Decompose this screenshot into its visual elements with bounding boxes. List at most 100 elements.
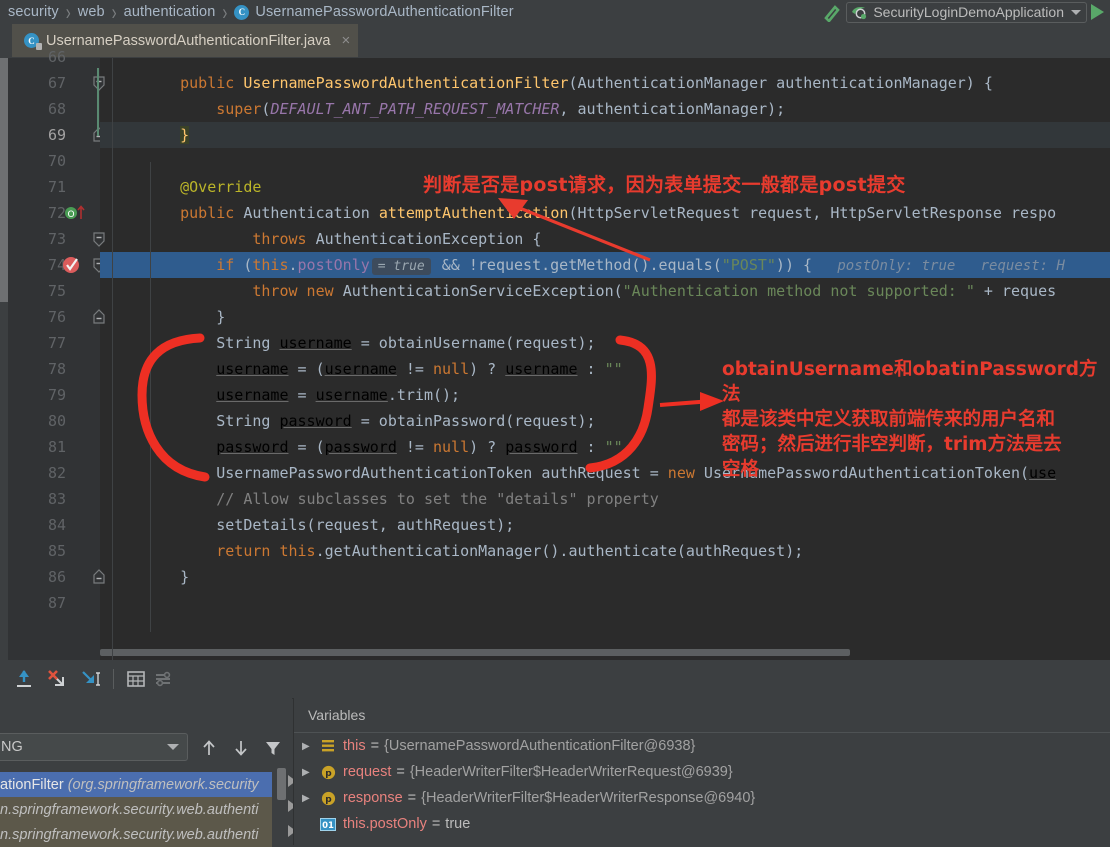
frames-scrollbar-thumb[interactable]	[277, 768, 286, 800]
variables-list[interactable]: ▶ this = {UsernamePasswordAuthenticationFil…	[294, 733, 1110, 837]
code-token: super	[216, 100, 262, 118]
code-line-text: setDetails(request, authRequest);	[144, 512, 514, 538]
line-number-78[interactable]: 78	[8, 356, 100, 382]
override-method-icon[interactable]: O	[64, 200, 88, 226]
breakpoint-verified-icon[interactable]	[60, 252, 84, 278]
line-number-76[interactable]: 76	[8, 304, 100, 330]
expand-triangle-icon[interactable]: ▶	[302, 767, 318, 778]
line-number-73[interactable]: 73	[8, 226, 100, 252]
breadcrumb-item-web[interactable]: web	[78, 4, 105, 20]
line-number-85[interactable]: 85	[8, 538, 100, 564]
funnel-filter-icon[interactable]	[263, 738, 283, 758]
breadcrumb-item-class[interactable]: C UsernamePasswordAuthenticationFilter	[234, 4, 514, 20]
editor-left-scrollbar[interactable]	[0, 58, 8, 660]
code-token: !=	[396, 438, 433, 456]
code-line-text: }	[144, 122, 190, 148]
frame-list-item[interactable]: n.springframework.security.web.authenti	[0, 822, 272, 847]
frame-list-item[interactable]: ationFilter (org.springframework.securit…	[0, 772, 272, 797]
debug-panel: ING ationFilter (org.springframework.sec…	[0, 660, 1110, 847]
line-number-70[interactable]: 70	[8, 148, 100, 174]
line-number-82[interactable]: 82	[8, 460, 100, 486]
evaluate-expression-icon[interactable]	[124, 667, 148, 691]
breadcrumb-item-authentication[interactable]: authentication	[124, 4, 216, 20]
code-line[interactable]	[100, 590, 1110, 616]
line-number-79[interactable]: 79	[8, 382, 100, 408]
code-token: = (	[288, 360, 325, 378]
code-line[interactable]	[100, 564, 1110, 590]
scrollbar-thumb[interactable]	[0, 58, 8, 302]
code-token: = obtainPassword(request);	[351, 412, 596, 430]
thread-selector[interactable]: ING	[0, 733, 188, 761]
arrow-up-icon[interactable]	[199, 738, 219, 758]
variable-row[interactable]: ▶ this = {UsernamePasswordAuthenticationFil…	[294, 733, 1110, 759]
line-number-87[interactable]: 87	[8, 590, 100, 616]
close-icon[interactable]: ×	[342, 32, 351, 49]
frame-list-item[interactable]: n.springframework.security.web.authenti	[0, 797, 272, 822]
indent-guide	[150, 402, 151, 632]
code-token: password	[279, 412, 352, 430]
line-number-80[interactable]: 80	[8, 408, 100, 434]
code-line-text: @Override	[144, 174, 261, 200]
code-token: )) {	[775, 256, 813, 274]
line-number-74[interactable]: 74	[8, 252, 100, 278]
expand-triangle-icon[interactable]: ▶	[302, 741, 318, 752]
breadcrumb-class-label: UsernamePasswordAuthenticationFilter	[255, 4, 514, 20]
line-number-67[interactable]: 67	[8, 70, 100, 96]
breadcrumb-separator: ›	[65, 0, 71, 25]
line-number-71[interactable]: 71	[8, 174, 100, 200]
step-out-icon[interactable]	[12, 667, 36, 691]
force-step-over-icon[interactable]	[45, 667, 69, 691]
editor-horizontal-scrollbar[interactable]	[100, 649, 850, 656]
line-number-84[interactable]: 84	[8, 512, 100, 538]
code-line[interactable]	[100, 122, 1110, 148]
run-play-icon[interactable]	[1091, 4, 1104, 20]
variable-row[interactable]: 01 this.postOnly = true	[294, 811, 1110, 837]
editor-tab-strip: C UsernamePasswordAuthenticationFilter.j…	[0, 24, 1110, 58]
code-line-text: public Authentication attemptAuthenticat…	[144, 200, 1056, 226]
frames-pane[interactable]: ING ationFilter (org.springframework.sec…	[0, 698, 296, 847]
breadcrumb-item-security[interactable]: security	[8, 4, 59, 20]
code-token: public	[180, 74, 244, 92]
line-number-75[interactable]: 75	[8, 278, 100, 304]
code-token: new	[667, 464, 704, 482]
code-token: AuthenticationServiceException(	[342, 282, 623, 300]
chevron-down-icon[interactable]	[167, 744, 179, 750]
line-number-69[interactable]: 69	[8, 122, 100, 148]
expand-triangle-icon[interactable]: ▶	[302, 793, 318, 804]
code-line[interactable]	[100, 304, 1110, 330]
code-token: .	[288, 256, 298, 274]
annotation-line: 空格	[722, 459, 760, 480]
variable-row[interactable]: ▶ p request = {HeaderWriterFilter$HeaderWrit…	[294, 759, 1110, 785]
line-number-68[interactable]: 68	[8, 96, 100, 122]
run-configuration-selector[interactable]: SecurityLoginDemoApplication	[846, 1, 1087, 23]
vcs-change-marker[interactable]	[97, 68, 99, 136]
variables-title: Variables	[308, 707, 366, 723]
code-token: UsernamePasswordAuthenticationToken auth…	[144, 464, 668, 482]
code-token: .getAuthenticationManager().authenticate…	[315, 542, 804, 560]
code-token: ) ?	[469, 360, 506, 378]
chevron-down-icon[interactable]	[1071, 9, 1081, 15]
line-number-77[interactable]: 77	[8, 330, 100, 356]
code-token: (HttpServletRequest request, HttpServlet…	[568, 204, 1057, 222]
build-hammer-icon[interactable]	[820, 1, 846, 23]
editor-gutter[interactable]: 66 67 68 69 70 71 72 O 73 74 75 76 77 78 79 80 81 82 83 84 8…	[8, 48, 108, 660]
force-step-into-icon[interactable]	[78, 667, 102, 691]
line-number-86[interactable]: 86	[8, 564, 100, 590]
arrow-down-icon[interactable]	[231, 738, 251, 758]
variable-row[interactable]: ▶ p response = {HeaderWriterFilter$HeaderWri…	[294, 785, 1110, 811]
parameter-icon: p	[318, 765, 338, 780]
code-line-text: String password = obtainPassword(request…	[144, 408, 596, 434]
code-token: if	[216, 256, 244, 274]
breadcrumb-separator: ›	[222, 0, 228, 25]
line-number-81[interactable]: 81	[8, 434, 100, 460]
settings-list-icon[interactable]	[152, 667, 176, 691]
variables-pane[interactable]: Variables ▶ this = {UsernamePasswordAuthent…	[293, 698, 1110, 845]
svg-text:O: O	[67, 210, 74, 220]
code-token: username	[324, 360, 397, 378]
code-token: "Authentication method not supported: "	[622, 282, 975, 300]
code-line-text: password = (password != null) ? password…	[144, 434, 622, 460]
equals-sign: =	[370, 738, 380, 754]
line-number-83[interactable]: 83	[8, 486, 100, 512]
breadcrumb-bar: security › web › authentication › C User…	[0, 0, 1110, 25]
